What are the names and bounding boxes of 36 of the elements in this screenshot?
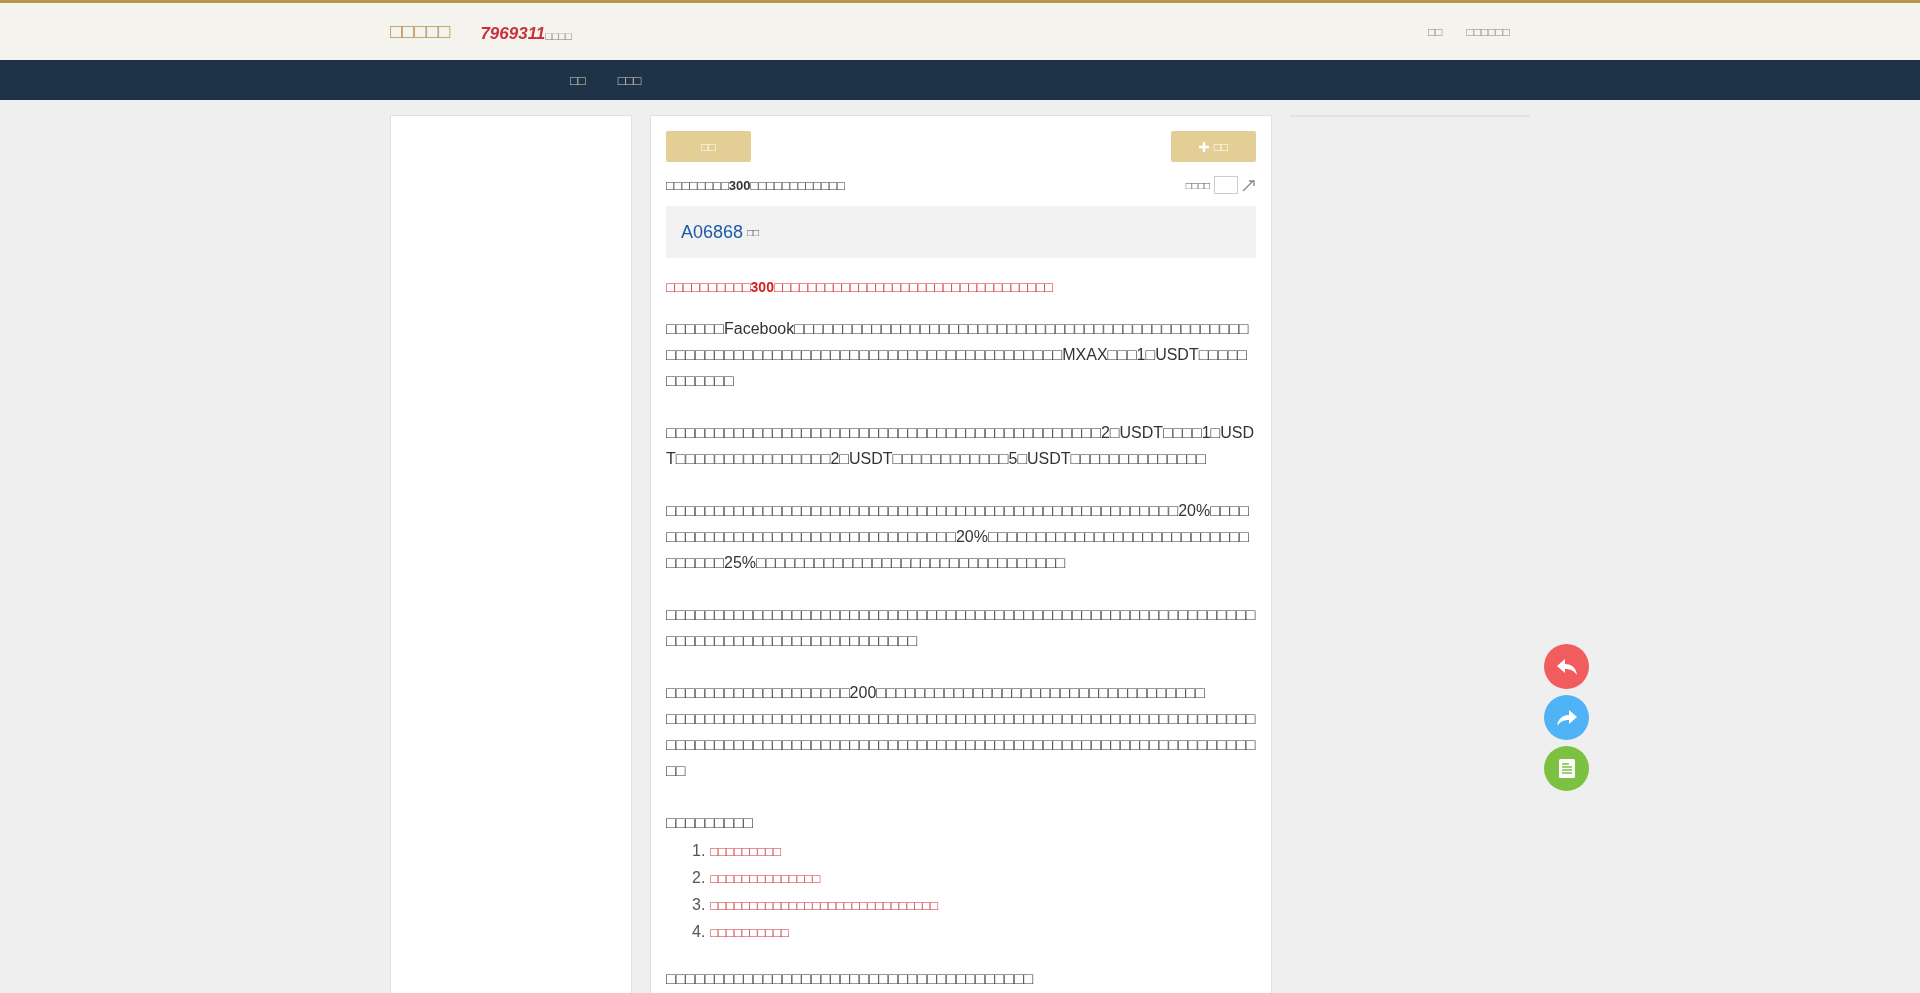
document-icon <box>1558 759 1575 778</box>
reply-icon <box>1555 657 1578 676</box>
thread-info: □□□□□□□□300□□□□□□□□□□□□ <box>666 177 845 193</box>
list-number: 3. <box>692 896 706 913</box>
article-paragraph: □□□□□□□□□□□□□□□□□□□200□□□□□□□□□□□□□□□□□□□□□□□□□□□□□□□□□□ □□□□□□□□□□□□□□□□□□□□□□□□□□□□□□□□□□□□□□□□□□□□□□□□□□□□□□□□□□□□□□□□□□□□□□□□□□□□□□□□□□□□□□□□□□□□□□□□□□□□□□□□□□□□□□□□□□□□□□□□□□□□ <box>666 683 1256 781</box>
article-paragraph: □□□□□□□□□□□□□□□□□□□□□□□□□□□□□□□□□□□□□□ <box>666 969 1035 989</box>
author-link[interactable]: A06868 <box>681 221 744 243</box>
list-item: □□□□□□□□□□□□□□□□□□□□□□□□□□□□□ <box>710 898 939 913</box>
list-number: 1. <box>692 842 706 859</box>
number-caption: □□□□ <box>545 29 572 42</box>
list-item: □□□□□□□□□ <box>710 844 781 859</box>
article-paragraph: □□□□□□Facebook□□□□□□□□□□□□□□□□□□□□□□□□□□□□□□□□□□□□□□□□□□□□□□□□□□□□□□□□□□□□□□□□□□□□□□□□□□□□□□□□□□□□□□□□MXAX□□□1□USDT□□□□□□□□□□□□ <box>666 319 1250 391</box>
article-paragraph: □□□□□□□□□□□□□□□□□□□□□□□□□□□□□□□□□□□□□□□□□□□□□□□□□□□□□□□□□□□□□□□□□□□□□□□□□□□□□□□□□□□□□□□ <box>666 605 1256 651</box>
author-tag: □□ <box>747 226 760 238</box>
list-intro: □□□□□□□□□ <box>666 813 754 833</box>
nav-link[interactable]: □□□ <box>617 72 642 88</box>
article-paragraph: □□□□□□□□□□□□□□□□□□□□□□□□□□□□□□□□□□□□□□□□□□□□□2□USDT□□□□1□USDT□□□□□□□□□□□□□□□□2□USDT□□□□□□□□□□□□5□USDT□□□□□□□□□□□□□□ <box>666 423 1255 469</box>
header-link[interactable]: □□□□□□ <box>1466 24 1510 39</box>
phone-number: 7969311 <box>480 23 546 44</box>
forward-icon <box>1555 708 1578 727</box>
article-paragraph: □□□□□□□□□□□□□□□□□□□□□□□□□□□□□□□□□□□□□□□□□□□□□□□□□□□□□20%□□□□□□□□□□□□□□□□□□□□□□□□□□□□□□□□□□20%□□□□□□□□□□□□□□□□□□□□□□□□□□□□□□□□□25%□□□□□□□□□□□□□□□□□□□□□□□□□□□□□□□□ <box>666 501 1250 573</box>
forward-button[interactable] <box>1544 695 1589 740</box>
arrow-icon[interactable] <box>1242 178 1256 192</box>
article-headline: □□□□□□□□□□300□□□□□□□□□□□□□□□□□□□□□□□□□□□□□□□□□ <box>666 278 1054 297</box>
list-item: □□□□□□□□□□□□□□ <box>710 871 821 886</box>
site-logo[interactable]: □□□□□ <box>390 20 451 43</box>
list-number: 2. <box>692 869 706 886</box>
list-item: □□□□□□□□□□ <box>710 925 789 940</box>
document-button[interactable] <box>1544 746 1589 791</box>
page-input[interactable] <box>1214 176 1238 194</box>
reply-button[interactable] <box>1544 644 1589 689</box>
nav-link[interactable]: □□ <box>570 72 586 88</box>
page-label: □□□□ <box>1185 179 1210 191</box>
header-link[interactable]: □□ <box>1428 24 1443 39</box>
plus-icon <box>1198 141 1209 152</box>
list-number: 4. <box>692 923 706 940</box>
